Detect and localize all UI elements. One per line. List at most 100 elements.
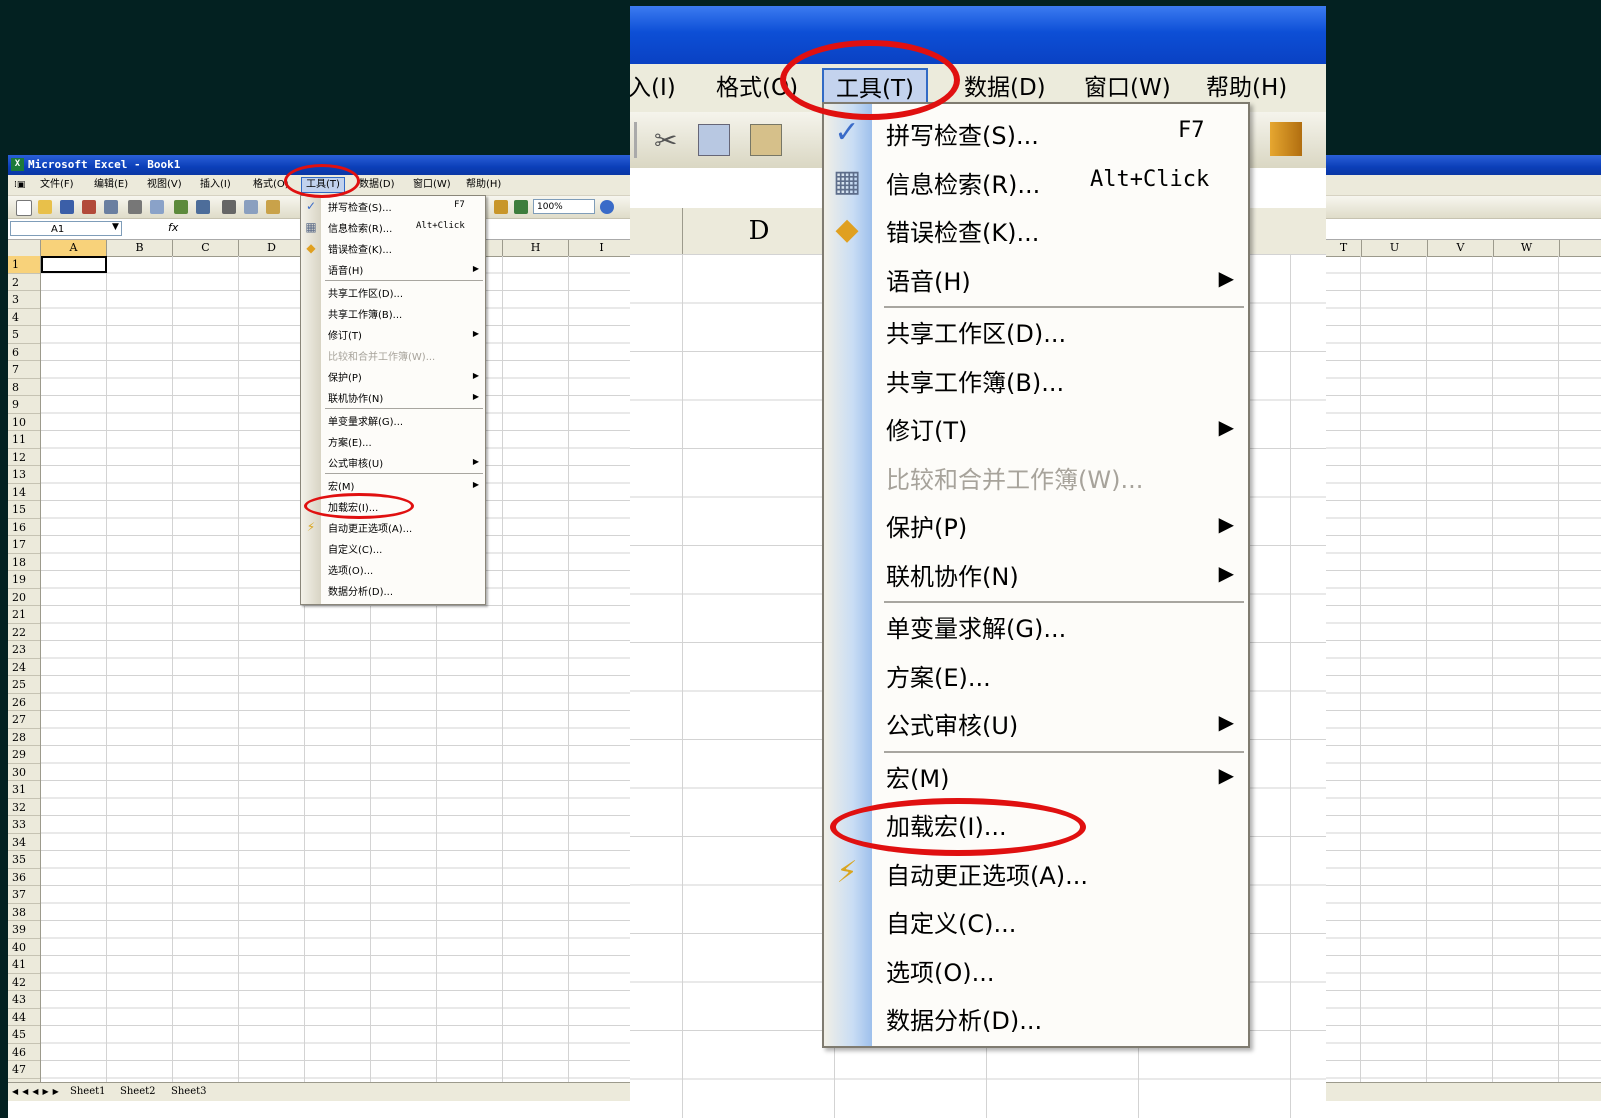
menu-item-10[interactable]: 单变量求解(G)...	[328, 413, 403, 428]
row-header[interactable]: 17	[8, 536, 40, 554]
drawing-icon[interactable]	[514, 200, 528, 214]
row-header[interactable]: 8	[8, 379, 40, 396]
help-icon[interactable]	[600, 200, 614, 214]
cut-icon[interactable]	[222, 200, 236, 214]
copy-icon[interactable]	[244, 200, 258, 214]
row-header[interactable]: 32	[8, 799, 40, 816]
email-icon[interactable]	[104, 200, 118, 214]
menu-item-18[interactable]: 数据分析(D)...	[328, 583, 393, 598]
row-header[interactable]: 29	[8, 746, 40, 764]
menu-item-15[interactable]: 自动更正选项(A)...	[886, 856, 1088, 891]
select-all-corner[interactable]	[8, 240, 41, 256]
new-icon[interactable]	[16, 200, 32, 216]
menu-item-11[interactable]: 方案(E)...	[886, 658, 991, 693]
row-header[interactable]: 6	[8, 344, 40, 361]
row-header[interactable]: 47	[8, 1061, 40, 1079]
row-header[interactable]: 43	[8, 991, 40, 1009]
row-header[interactable]: 25	[8, 676, 40, 694]
menu-help[interactable]: 帮助(H)	[462, 175, 505, 195]
row-header[interactable]: 33	[8, 816, 40, 834]
menu-item-13[interactable]: 宏(M)	[886, 759, 949, 794]
save-icon[interactable]	[60, 200, 74, 214]
row-header[interactable]: 37	[8, 886, 40, 904]
row-header[interactable]: 42	[8, 974, 40, 991]
menu-item-9[interactable]: 联机协作(N)	[886, 557, 1019, 592]
menu-item-1[interactable]: 信息检索(R)...	[328, 220, 392, 235]
fx-icon[interactable]: fx	[168, 221, 178, 234]
row-header[interactable]: 22	[8, 624, 40, 641]
row-header[interactable]: 36	[8, 869, 40, 886]
print-icon[interactable]	[128, 200, 142, 214]
row-header[interactable]: 16	[8, 519, 40, 536]
row-header[interactable]: 13	[8, 466, 40, 484]
sheet-nav-arrows-icon[interactable]: ◀◀◀▶▶	[12, 1083, 63, 1101]
menu-item-10[interactable]: 单变量求解(G)...	[886, 609, 1066, 644]
menu-item-6[interactable]: 修订(T)	[328, 327, 362, 342]
paste-icon[interactable]	[266, 200, 280, 214]
row-header[interactable]: 10	[8, 414, 40, 431]
menu-item-12[interactable]: 公式审核(U)	[886, 706, 1018, 741]
row-header[interactable]: 1	[8, 256, 40, 274]
menu-edit[interactable]: 编辑(E)	[90, 175, 132, 195]
row-header[interactable]: 12	[8, 449, 40, 466]
menu-item-4[interactable]: 共享工作区(D)...	[328, 285, 403, 300]
copy-icon[interactable]	[698, 124, 730, 156]
name-box[interactable]: A1	[10, 221, 122, 236]
menu-item-2[interactable]: 错误检查(K)...	[328, 241, 392, 256]
row-header[interactable]: 3	[8, 291, 40, 309]
zoom-menu-insert[interactable]: 入(I)	[630, 64, 676, 112]
cut-icon[interactable]: ✂	[654, 124, 677, 157]
menu-item-8[interactable]: 保护(P)	[886, 508, 967, 543]
menu-item-12[interactable]: 公式审核(U)	[328, 455, 383, 470]
menu-item-4[interactable]: 共享工作区(D)...	[886, 314, 1066, 349]
row-header[interactable]: 34	[8, 834, 40, 851]
row-header[interactable]: 26	[8, 694, 40, 711]
chart-wizard-icon[interactable]	[1270, 122, 1302, 156]
row-header[interactable]: 7	[8, 361, 40, 379]
menu-item-17[interactable]: 选项(O)...	[328, 562, 373, 577]
column-header-b[interactable]: B	[107, 240, 173, 256]
column-header-t[interactable]: T	[1326, 240, 1362, 256]
zoom-select[interactable]: 100%	[533, 199, 595, 214]
permission-icon[interactable]	[82, 200, 96, 214]
row-header[interactable]: 20	[8, 589, 40, 606]
menu-item-5[interactable]: 共享工作簿(B)...	[328, 306, 402, 321]
row-header[interactable]: 27	[8, 711, 40, 729]
zoom-column-header-d[interactable]: D	[682, 208, 836, 254]
menu-item-18[interactable]: 数据分析(D)...	[886, 1001, 1042, 1036]
menu-view[interactable]: 视图(V)	[143, 175, 186, 195]
row-header[interactable]: 5	[8, 326, 40, 344]
row-header[interactable]: 35	[8, 851, 40, 869]
menu-item-3[interactable]: 语音(H)	[328, 262, 363, 277]
menu-file[interactable]: 文件(F)	[36, 175, 78, 195]
menu-item-5[interactable]: 共享工作簿(B)...	[886, 363, 1064, 398]
menu-item-0[interactable]: 拼写检查(S)...	[886, 116, 1039, 151]
chevron-down-icon[interactable]: ▼	[112, 222, 119, 232]
row-header[interactable]: 9	[8, 396, 40, 414]
menu-item-1[interactable]: 信息检索(R)...	[886, 165, 1040, 200]
chart-wizard-icon[interactable]	[494, 200, 508, 214]
menu-item-13[interactable]: 宏(M)	[328, 478, 354, 493]
menu-item-11[interactable]: 方案(E)...	[328, 434, 372, 449]
paste-icon[interactable]	[750, 124, 782, 156]
row-header[interactable]: 46	[8, 1044, 40, 1061]
row-header[interactable]: 23	[8, 641, 40, 659]
sheet-tab-2[interactable]: Sheet2	[120, 1083, 156, 1101]
row-header[interactable]: 11	[8, 431, 40, 449]
row-header[interactable]: 24	[8, 659, 40, 676]
row-header[interactable]: 21	[8, 606, 40, 624]
sheet-tab-1[interactable]: Sheet1	[70, 1083, 106, 1101]
menu-item-6[interactable]: 修订(T)	[886, 411, 967, 446]
column-header-d[interactable]: D	[239, 240, 305, 256]
menu-window[interactable]: 窗口(W)	[409, 175, 455, 195]
menu-item-8[interactable]: 保护(P)	[328, 369, 362, 384]
research-icon[interactable]	[196, 200, 210, 214]
row-header[interactable]: 30	[8, 764, 40, 781]
row-header[interactable]: 38	[8, 904, 40, 921]
column-header-v[interactable]: V	[1428, 240, 1494, 256]
row-header[interactable]: 18	[8, 554, 40, 571]
column-header-w[interactable]: W	[1494, 240, 1560, 256]
row-header[interactable]: 41	[8, 956, 40, 974]
column-header-a[interactable]: A	[41, 240, 107, 256]
row-header[interactable]: 39	[8, 921, 40, 939]
